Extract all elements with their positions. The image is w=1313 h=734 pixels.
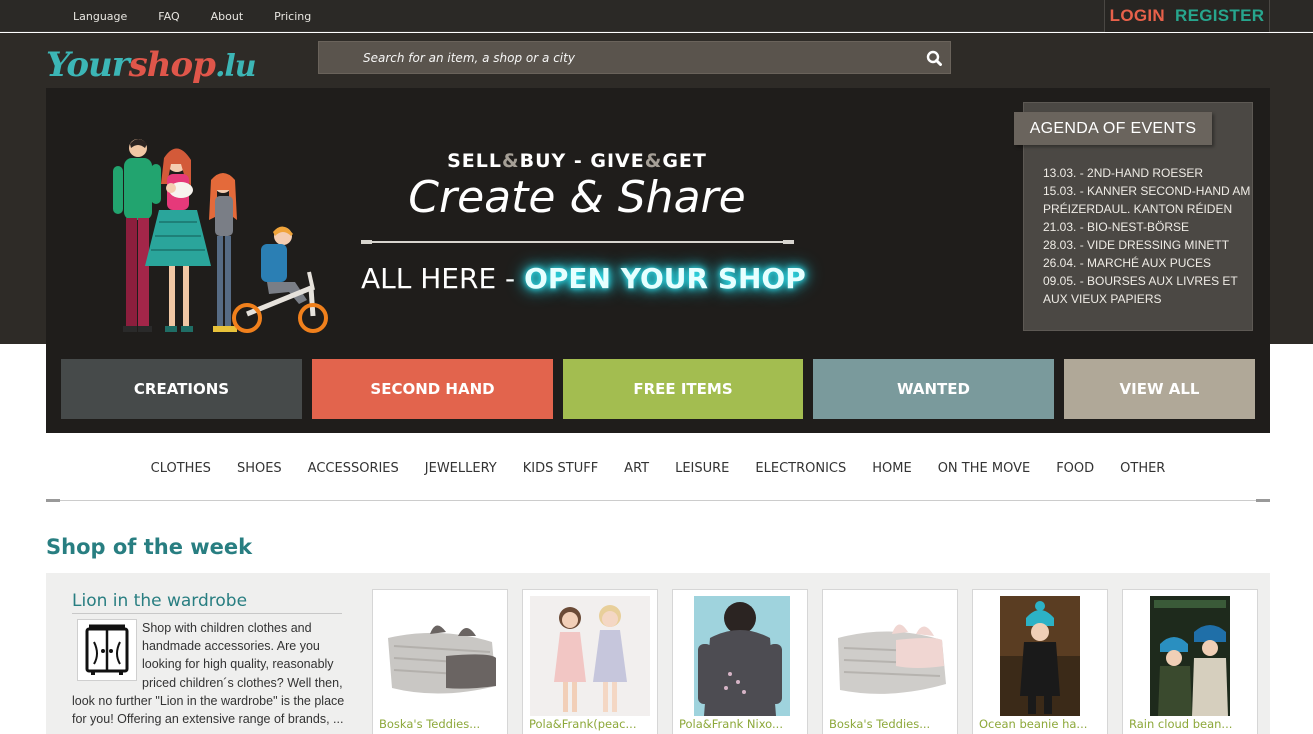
product-thumbnail — [680, 596, 800, 716]
logo-part-your: Your — [46, 45, 130, 85]
nav-pricing-link[interactable]: Pricing — [274, 10, 311, 23]
category-shoes[interactable]: SHOES — [237, 461, 282, 479]
hoodie-image — [680, 596, 800, 716]
view-all-tile[interactable]: VIEW ALL — [1064, 359, 1255, 419]
tagline-buy-give: BUY - GIVE — [519, 150, 645, 172]
sell-buy-give-get-tagline: SELL&BUY - GIVE&GET — [446, 150, 708, 172]
product-caption[interactable]: Ocean beanie ha... — [979, 717, 1103, 731]
product-card[interactable]: Pola&Frank Nixo... — [672, 589, 808, 734]
product-thumbnail — [830, 596, 950, 716]
top-bar: Language FAQ About Pricing LOGIN REGISTE… — [0, 0, 1313, 32]
category-kids-stuff[interactable]: KIDS STUFF — [523, 461, 598, 479]
nav-faq-link[interactable]: FAQ — [158, 10, 179, 23]
creations-tile[interactable]: CREATIONS — [61, 359, 302, 419]
header: Yourshop.lu Search for an item, a shop o… — [0, 33, 1313, 344]
register-link[interactable]: REGISTER — [1175, 6, 1264, 26]
product-card[interactable]: Boska's Teddies... — [372, 589, 508, 734]
wardrobe-icon — [85, 624, 129, 675]
nav-about-link[interactable]: About — [211, 10, 244, 23]
tagline-sell: SELL — [447, 150, 503, 172]
product-caption[interactable]: Pola&Frank Nixo... — [679, 717, 803, 731]
product-caption[interactable]: Boska's Teddies... — [379, 717, 503, 731]
category-home[interactable]: HOME — [872, 461, 911, 479]
product-thumbnail — [530, 596, 650, 716]
rain-cloud-beanie-image — [1130, 596, 1250, 716]
category-leisure[interactable]: LEISURE — [675, 461, 729, 479]
top-nav: Language FAQ About Pricing — [73, 0, 342, 32]
category-tiles: CREATIONS SECOND HAND FREE ITEMS WANTED … — [46, 344, 1270, 433]
agenda-event[interactable]: 28.03. - VIDE DRESSING MINETT — [1043, 236, 1253, 254]
tagline-amp-1: & — [502, 150, 520, 172]
second-hand-tile[interactable]: SECOND HAND — [312, 359, 553, 419]
shop-of-week-heading: Shop of the week — [46, 535, 253, 559]
product-caption[interactable]: Pola&Frank(peac... — [529, 717, 653, 731]
agenda-title: AGENDA OF EVENTS — [1014, 112, 1212, 145]
agenda-event[interactable]: 15.03. - KANNER SECOND-HAND AM PRÉIZERDA… — [1043, 182, 1253, 218]
product-thumbnail — [980, 596, 1100, 716]
family-illustration — [113, 139, 328, 333]
product-card[interactable]: Ocean beanie ha... — [972, 589, 1108, 734]
open-shop-cta[interactable]: ALL HERE - OPEN YOUR SHOP — [361, 262, 806, 295]
category-electronics[interactable]: ELECTRONICS — [755, 461, 846, 479]
category-other[interactable]: OTHER — [1120, 461, 1165, 479]
product-thumbnail — [380, 596, 500, 716]
tagline-amp-2: & — [644, 150, 663, 172]
nav-language-link[interactable]: Language — [73, 10, 127, 23]
tagline-get: GET — [662, 150, 707, 172]
banner-divider — [361, 240, 794, 244]
auth-box: LOGIN REGISTER — [1104, 0, 1270, 32]
agenda-event[interactable]: 21.03. - BIO-NEST-BÖRSE — [1043, 218, 1253, 236]
category-clothes[interactable]: CLOTHES — [151, 461, 211, 479]
logo-part-lu: .lu — [214, 49, 257, 84]
shop-of-week-panel: Lion in the wardrobe Shop with children … — [46, 573, 1270, 734]
category-art[interactable]: ART — [624, 461, 649, 479]
knit-cowl-image — [380, 596, 500, 716]
category-food[interactable]: FOOD — [1056, 461, 1094, 479]
all-here-text: ALL HERE - — [361, 262, 525, 295]
agenda-event[interactable]: 13.03. - 2ND-HAND ROESER — [1043, 164, 1253, 182]
magnifier-icon[interactable] — [926, 50, 942, 66]
search-bar — [318, 41, 951, 74]
wanted-tile[interactable]: WANTED — [813, 359, 1054, 419]
agenda-event[interactable]: 09.05. - BOURSES AUX LIVRES ET AUX VIEUX… — [1043, 272, 1253, 308]
category-accessories[interactable]: ACCESSORIES — [308, 461, 399, 479]
product-card[interactable]: Rain cloud bean... — [1122, 589, 1258, 734]
category-divider — [46, 499, 1270, 502]
open-your-shop-link[interactable]: OPEN YOUR SHOP — [524, 262, 806, 295]
category-nav: CLOTHES SHOES ACCESSORIES JEWELLERY KIDS… — [46, 461, 1270, 479]
agenda-box: AGENDA OF EVENTS 13.03. - 2ND-HAND ROESE… — [1014, 102, 1253, 331]
free-items-tile[interactable]: FREE ITEMS — [563, 359, 803, 419]
agenda-events-list: 13.03. - 2ND-HAND ROESER 15.03. - KANNER… — [1043, 164, 1253, 308]
banner-headline: Create & Share — [408, 172, 746, 223]
category-jewellery[interactable]: JEWELLERY — [425, 461, 497, 479]
product-caption[interactable]: Rain cloud bean... — [1129, 717, 1253, 731]
product-card[interactable]: Boska's Teddies... — [822, 589, 958, 734]
girls-dresses-image — [530, 596, 650, 716]
knit-cowl-pink-image — [830, 596, 950, 716]
agenda-event[interactable]: 26.04. - MARCHÉ AUX PUCES — [1043, 254, 1253, 272]
shop-logo[interactable] — [77, 619, 137, 681]
category-on-the-move[interactable]: ON THE MOVE — [938, 461, 1030, 479]
product-thumbnail — [1130, 596, 1250, 716]
hero-banner: SELL&BUY - GIVE&GET Create & Share ALL H… — [46, 88, 1270, 344]
shop-name-link[interactable]: Lion in the wardrobe — [72, 591, 342, 614]
logo-part-shop: shop — [128, 45, 216, 85]
product-card[interactable]: Pola&Frank(peac... — [522, 589, 658, 734]
product-caption[interactable]: Boska's Teddies... — [829, 717, 953, 731]
ocean-beanie-image — [980, 596, 1100, 716]
search-input[interactable] — [319, 42, 909, 73]
site-logo[interactable]: Yourshop.lu — [46, 45, 257, 85]
login-link[interactable]: LOGIN — [1110, 6, 1165, 26]
